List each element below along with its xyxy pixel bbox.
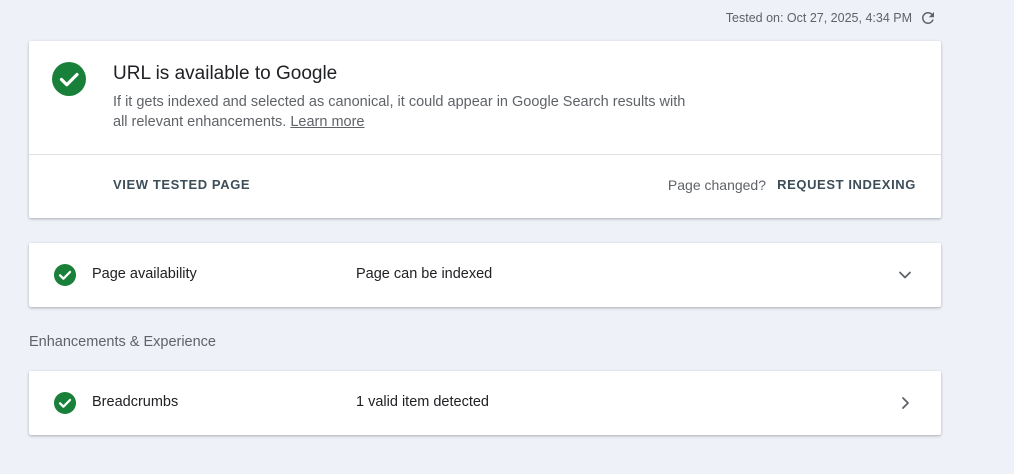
check-circle-icon [54, 264, 76, 286]
refresh-icon [921, 11, 934, 24]
status-description: If it gets indexed and selected as canon… [113, 92, 693, 132]
chevron-down-icon[interactable] [895, 265, 915, 285]
status-title: URL is available to Google [113, 63, 338, 84]
description-text: If it gets indexed and selected as canon… [113, 94, 686, 130]
url-inspection-page: Tested on: Oct 27, 2025, 4:34 PM URL is … [0, 0, 1014, 474]
tested-on-bar: Tested on: Oct 27, 2025, 4:34 PM [726, 8, 938, 28]
breadcrumbs-value: 1 valid item detected [356, 394, 489, 410]
page-availability-row[interactable]: Page availability Page can be indexed [29, 243, 941, 307]
check-circle-icon [52, 62, 86, 96]
summary-header: URL is available to Google If it gets in… [29, 41, 941, 155]
breadcrumbs-row[interactable]: Breadcrumbs 1 valid item detected [29, 371, 941, 435]
tested-on-text: Tested on: Oct 27, 2025, 4:34 PM [725, 11, 912, 25]
chevron-right-icon[interactable] [895, 393, 915, 413]
page-changed-label: Page changed? [667, 177, 766, 193]
check-circle-icon [54, 392, 76, 414]
request-indexing-button[interactable]: REQUEST INDEXING [777, 177, 916, 192]
page-availability-label: Page availability [92, 266, 197, 282]
breadcrumbs-label: Breadcrumbs [92, 394, 179, 410]
learn-more-link[interactable]: Learn more [290, 114, 364, 130]
availability-summary-card: URL is available to Google If it gets in… [29, 41, 941, 218]
refresh-button[interactable] [918, 8, 938, 28]
view-tested-page-button[interactable]: VIEW TESTED PAGE [113, 177, 250, 192]
page-availability-value: Page can be indexed [356, 266, 493, 282]
enhancements-heading: Enhancements & Experience [29, 334, 216, 350]
summary-actions: VIEW TESTED PAGE Page changed? REQUEST I… [29, 155, 941, 217]
